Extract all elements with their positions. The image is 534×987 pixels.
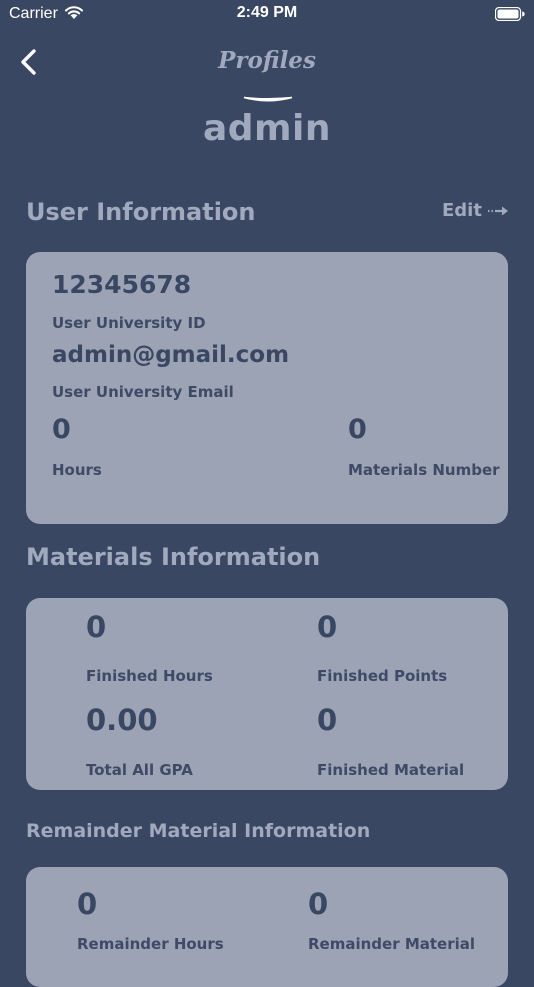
finished-points-value: 0 — [317, 610, 338, 644]
total-gpa-label: Total All GPA — [86, 761, 193, 779]
remainder-hours-label: Remainder Hours — [77, 935, 224, 953]
total-gpa-value: 0.00 — [86, 703, 158, 737]
arrow-right-icon — [487, 206, 508, 215]
finished-hours-value: 0 — [86, 610, 107, 644]
remainder-hours-value: 0 — [77, 887, 98, 921]
hours-value: 0 — [52, 414, 71, 445]
section-title-materials-information: Materials Information — [26, 543, 321, 571]
edit-label: Edit — [442, 200, 482, 221]
remainder-material-card: 0 Remainder Hours 0 Remainder Material — [26, 867, 508, 987]
finished-material-label: Finished Material — [317, 761, 465, 779]
status-bar: Carrier 2:49 PM — [0, 0, 534, 30]
avatar — [243, 96, 293, 102]
battery-icon — [495, 7, 525, 21]
section-title-user-information: User Information — [26, 198, 256, 226]
materials-number-label: Materials Number — [348, 461, 500, 479]
user-information-card: 12345678 User University ID admin@gmail.… — [26, 252, 508, 524]
remainder-material-value: 0 — [308, 887, 329, 921]
university-id-value: 12345678 — [52, 270, 192, 299]
finished-points-label: Finished Points — [317, 667, 448, 685]
hours-label: Hours — [52, 461, 102, 479]
university-id-label: User University ID — [52, 314, 206, 332]
edit-button[interactable]: Edit — [442, 200, 509, 221]
nav-title: Profiles — [218, 47, 316, 74]
materials-information-card: 0 Finished Hours 0 Finished Points 0.00 … — [26, 598, 508, 790]
email-label: User University Email — [52, 383, 234, 401]
remainder-material-label: Remainder Material — [308, 935, 476, 953]
finished-material-value: 0 — [317, 703, 338, 737]
materials-number-value: 0 — [348, 414, 367, 445]
section-title-remainder-material-information: Remainder Material Information — [26, 820, 371, 842]
email-value: admin@gmail.com — [52, 342, 290, 368]
profile-username: admin — [202, 108, 332, 149]
status-time: 2:49 PM — [236, 4, 298, 21]
finished-hours-label: Finished Hours — [86, 667, 213, 685]
